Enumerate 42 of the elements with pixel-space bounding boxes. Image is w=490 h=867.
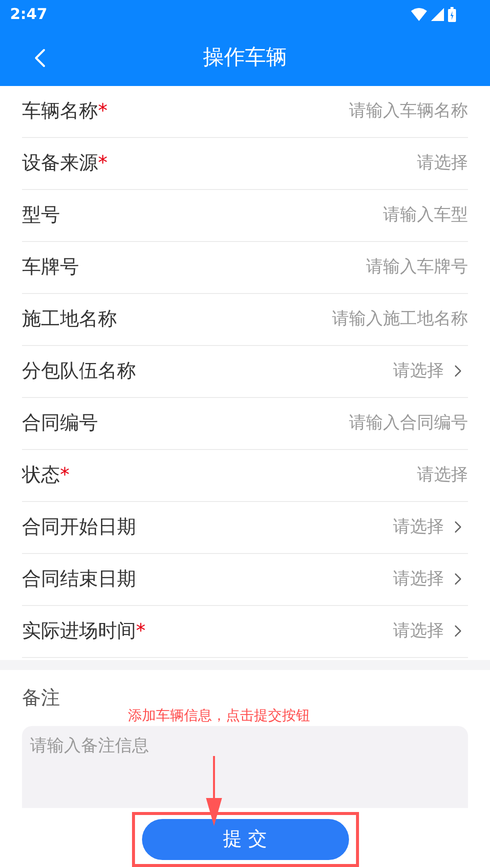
field-placeholder: 请选择 bbox=[417, 152, 468, 174]
form-row[interactable]: 车辆名称* 请输入车辆名称 bbox=[22, 86, 468, 138]
form-row[interactable]: 施工地名称 请输入施工地名称 bbox=[22, 294, 468, 346]
field-label: 车牌号 bbox=[22, 255, 79, 280]
battery-icon bbox=[448, 7, 456, 22]
remark-field[interactable]: 请输入备注信息 bbox=[22, 726, 468, 808]
form-row[interactable]: 状态* 请选择 bbox=[22, 450, 468, 502]
form-row[interactable]: 合同结束日期 请选择 bbox=[22, 554, 468, 606]
field-label: 合同开始日期 bbox=[22, 515, 136, 540]
page-title: 操作车辆 bbox=[203, 44, 287, 71]
field-label: 分包队伍名称 bbox=[22, 359, 136, 384]
wifi-icon bbox=[411, 8, 427, 22]
annotation-text: 添加车辆信息，点击提交按钮 bbox=[128, 706, 310, 726]
form-row[interactable]: 合同开始日期 请选择 bbox=[22, 502, 468, 554]
submit-button[interactable]: 提 交 bbox=[142, 819, 348, 860]
field-placeholder: 请选择 bbox=[393, 516, 444, 538]
field-placeholder: 请选择 bbox=[393, 360, 444, 382]
field-placeholder: 请选择 bbox=[393, 620, 444, 642]
form-row[interactable]: 实际进场时间* 请选择 bbox=[22, 606, 468, 658]
field-label: 设备来源* bbox=[22, 151, 108, 176]
field-label: 型号 bbox=[22, 203, 60, 228]
signal-icon bbox=[431, 8, 444, 22]
field-placeholder: 请输入施工地名称 bbox=[332, 308, 468, 330]
field-placeholder: 请输入合同编号 bbox=[349, 412, 468, 434]
field-label: 实际进场时间* bbox=[22, 619, 146, 644]
form-row[interactable]: 分包队伍名称 请选择 bbox=[22, 346, 468, 398]
form-row[interactable]: 合同编号 请输入合同编号 bbox=[22, 398, 468, 450]
form-row[interactable]: 设备来源* 请选择 bbox=[22, 138, 468, 190]
field-placeholder: 请选择 bbox=[417, 464, 468, 486]
field-label: 施工地名称 bbox=[22, 307, 117, 332]
field-placeholder: 请输入车辆名称 bbox=[349, 100, 468, 122]
form-row[interactable]: 车牌号 请输入车牌号 bbox=[22, 242, 468, 294]
field-placeholder: 请输入车牌号 bbox=[366, 256, 468, 278]
field-label: 状态* bbox=[22, 463, 70, 488]
field-label: 车辆名称* bbox=[22, 99, 108, 124]
remark-label: 备注 bbox=[22, 686, 61, 710]
field-placeholder: 请输入车型 bbox=[383, 204, 468, 226]
field-label: 合同结束日期 bbox=[22, 567, 136, 592]
field-label: 合同编号 bbox=[22, 411, 98, 436]
form-row[interactable]: 型号 请输入车型 bbox=[22, 190, 468, 242]
status-time: 2:47 bbox=[10, 4, 48, 26]
field-placeholder: 请选择 bbox=[393, 568, 444, 590]
